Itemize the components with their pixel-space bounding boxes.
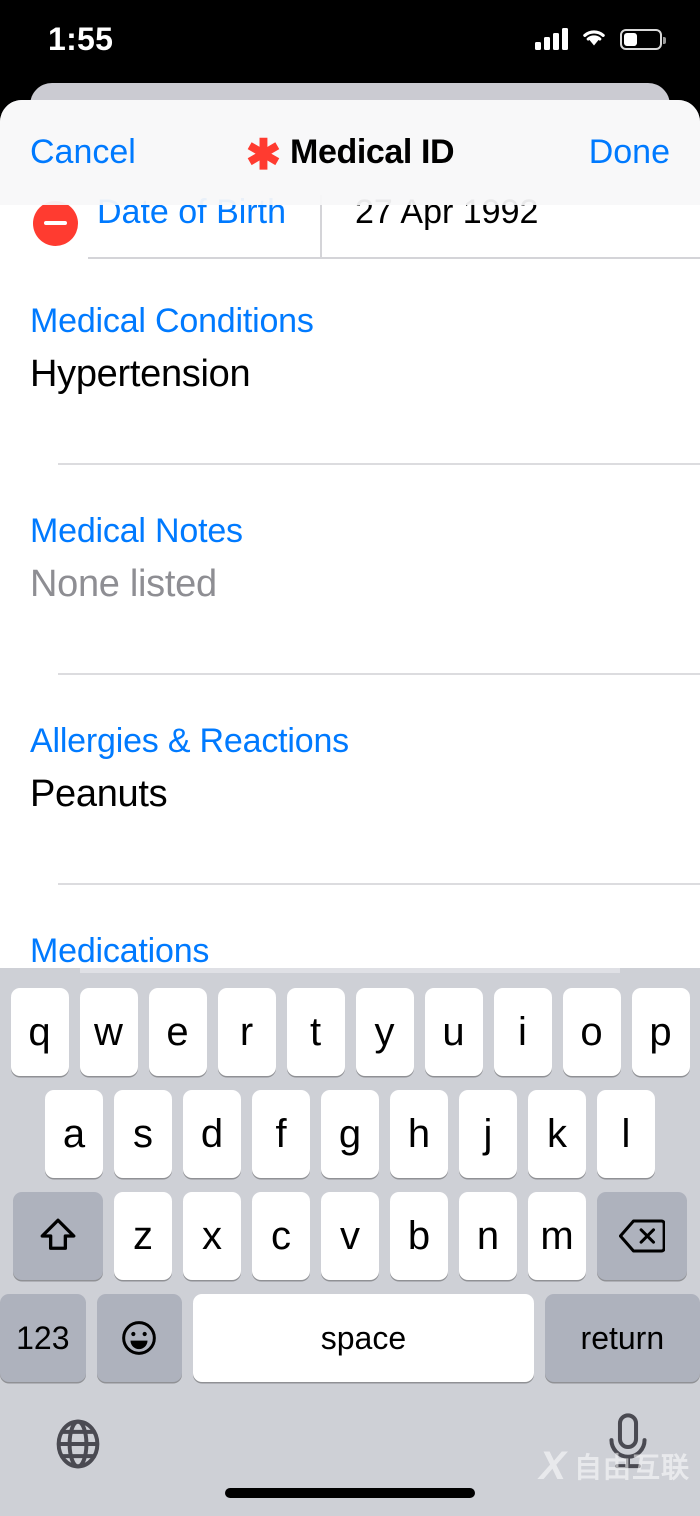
field-value[interactable]: Hypertension xyxy=(30,352,700,398)
key-o[interactable]: o xyxy=(562,988,621,1076)
nav-title-group: ✱ Medical ID xyxy=(245,130,455,178)
home-indicator[interactable] xyxy=(225,1488,475,1498)
row-separator xyxy=(88,257,700,259)
keyboard-row-1: q w e r t y u i o p xyxy=(0,988,700,1076)
key-i[interactable]: i xyxy=(493,988,552,1076)
key-t[interactable]: t xyxy=(286,988,345,1076)
shift-arrow-icon[interactable] xyxy=(13,1192,103,1280)
keyboard-row-4: 123 space return xyxy=(0,1294,700,1382)
medical-asterisk-icon: ✱ xyxy=(245,130,282,178)
field-allergies-reactions[interactable]: Allergies & Reactions Peanuts xyxy=(0,675,700,817)
keyboard-bottom-bar: X 自由互联 xyxy=(0,1398,700,1516)
key-n[interactable]: n xyxy=(459,1192,517,1280)
emoji-smiley-icon[interactable] xyxy=(96,1294,183,1382)
key-z[interactable]: z xyxy=(114,1192,172,1280)
key-s[interactable]: s xyxy=(114,1090,172,1178)
date-of-birth-row[interactable]: Date of Birth 27 Apr 1992 xyxy=(0,193,700,283)
key-p[interactable]: p xyxy=(631,988,690,1076)
field-label: Allergies & Reactions xyxy=(30,721,349,760)
key-g[interactable]: g xyxy=(321,1090,379,1178)
done-button[interactable]: Done xyxy=(589,133,670,172)
field-label: Medications xyxy=(30,931,210,970)
numbers-key[interactable]: 123 xyxy=(0,1294,86,1382)
medical-id-form: Date of Birth 27 Apr 1992 Medical Condit… xyxy=(0,100,700,1027)
key-e[interactable]: e xyxy=(148,988,207,1076)
key-w[interactable]: w xyxy=(79,988,138,1076)
field-value-text: None listed xyxy=(30,562,217,605)
keyboard-row-2: a s d f g h j k l xyxy=(0,1090,700,1178)
field-value[interactable]: None listed xyxy=(30,562,700,608)
key-y[interactable]: y xyxy=(355,988,414,1076)
field-value[interactable]: Peanuts xyxy=(30,772,700,818)
key-d[interactable]: d xyxy=(183,1090,241,1178)
key-m[interactable]: m xyxy=(528,1192,586,1280)
cellular-signal-icon xyxy=(535,28,568,50)
field-medical-notes[interactable]: Medical Notes None listed xyxy=(0,465,700,607)
status-bar-indicators xyxy=(535,26,666,53)
navigation-bar: Cancel ✱ Medical ID Done xyxy=(0,100,700,205)
space-key[interactable]: space xyxy=(193,1294,534,1382)
return-key[interactable]: return xyxy=(544,1294,700,1382)
field-label: Medical Conditions xyxy=(30,302,314,340)
key-l[interactable]: l xyxy=(597,1090,655,1178)
key-x[interactable]: x xyxy=(183,1192,241,1280)
field-medical-conditions[interactable]: Medical Conditions Hypertension xyxy=(0,283,700,397)
status-bar-time: 1:55 xyxy=(48,20,114,57)
status-bar: 1:55 xyxy=(0,0,700,78)
key-v[interactable]: v xyxy=(321,1192,379,1280)
keyboard-top-strip xyxy=(80,968,620,973)
delete-minus-icon[interactable] xyxy=(33,201,78,246)
battery-icon xyxy=(620,28,666,50)
key-u[interactable]: u xyxy=(424,988,483,1076)
watermark-logo: X xyxy=(539,1444,566,1488)
key-k[interactable]: k xyxy=(528,1090,586,1178)
key-a[interactable]: a xyxy=(45,1090,103,1178)
keyboard-row-3: z x c v b n m xyxy=(0,1192,700,1280)
cancel-button[interactable]: Cancel xyxy=(30,133,136,172)
field-label: Medical Notes xyxy=(30,511,243,550)
page-title: Medical ID xyxy=(290,133,455,171)
phone-screen: 1:55 Date of Birth 27 Apr 1992 Medical C… xyxy=(0,0,700,1516)
field-value-text: Hypertension xyxy=(30,352,251,395)
key-f[interactable]: f xyxy=(252,1090,310,1178)
field-value-text: Peanuts xyxy=(30,772,168,815)
wifi-icon xyxy=(579,26,609,53)
key-r[interactable]: r xyxy=(217,988,276,1076)
microphone-icon[interactable] xyxy=(602,1412,654,1474)
onscreen-keyboard: q w e r t y u i o p a s d f g h j k l z … xyxy=(0,968,700,1516)
key-b[interactable]: b xyxy=(390,1192,448,1280)
key-j[interactable]: j xyxy=(459,1090,517,1178)
key-q[interactable]: q xyxy=(10,988,69,1076)
key-c[interactable]: c xyxy=(252,1192,310,1280)
backspace-delete-icon[interactable] xyxy=(597,1192,687,1280)
globe-icon[interactable] xyxy=(50,1416,106,1472)
key-h[interactable]: h xyxy=(390,1090,448,1178)
